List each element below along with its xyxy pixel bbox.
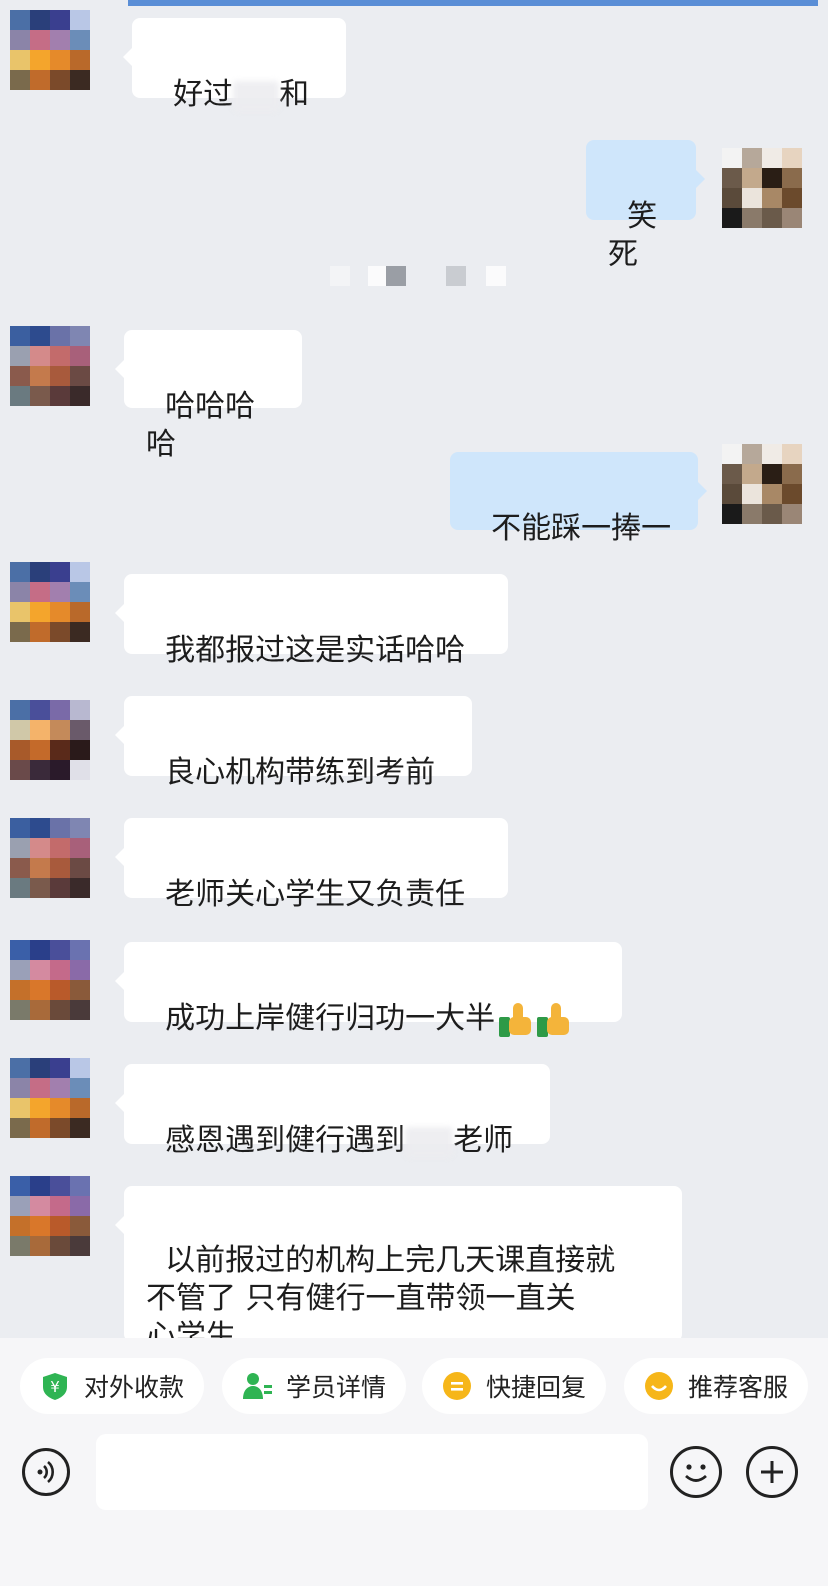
avatar[interactable] — [722, 148, 802, 228]
message-bubble[interactable]: 我都报过这是实话哈哈 — [115, 574, 508, 668]
voice-icon — [37, 1461, 54, 1483]
message-text: 不能踩一捧一 — [491, 511, 672, 546]
message-bubble[interactable]: 以前报过的机构上完几天课直接就 不管了 只有健行一直带领一直关 心学生 — [115, 1186, 682, 1354]
message-text: 良心机构带练到考前 — [165, 755, 436, 790]
avatar[interactable] — [10, 818, 90, 898]
message-text: 老师 — [453, 1123, 514, 1158]
thumbs-up-icon — [499, 1002, 533, 1037]
emoji-button[interactable] — [670, 1446, 722, 1498]
quick-action-label: 推荐客服 — [688, 1373, 789, 1402]
message-bubble[interactable]: 成功上岸健行归功一大半 — [115, 942, 622, 1037]
quick-action-label: 快捷回复 — [486, 1373, 587, 1402]
quick-action-label: 学员详情 — [286, 1373, 387, 1402]
redacted-text — [233, 80, 280, 111]
message-bubble[interactable]: 哈哈哈哈 — [115, 330, 302, 462]
quick-action-recommend-service[interactable]: 推荐客服 — [624, 1358, 808, 1414]
avatar[interactable] — [10, 1176, 90, 1256]
quick-action-student-details[interactable]: 学员详情 — [222, 1358, 406, 1414]
message-text: 感恩遇到健行遇到 — [165, 1123, 406, 1158]
avatar[interactable] — [10, 326, 90, 406]
emoji-icon — [685, 1464, 707, 1482]
message-bubble[interactable]: 笑死 — [586, 140, 705, 272]
message-bubble[interactable]: 老师关心学生又负责任 — [115, 818, 508, 912]
timestamp-redacted — [300, 264, 520, 292]
message-bubble[interactable]: 好过 和 — [123, 18, 346, 112]
voice-button[interactable] — [22, 1448, 70, 1496]
thumbs-up-icon — [537, 1002, 571, 1037]
add-button[interactable] — [746, 1446, 798, 1498]
top-divider — [0, 0, 828, 6]
quick-action-payment[interactable]: ¥ 对外收款 — [20, 1358, 204, 1414]
avatar[interactable] — [10, 1058, 90, 1138]
add-icon — [761, 1461, 783, 1483]
quick-reply-icon — [442, 1371, 472, 1401]
svg-text:¥: ¥ — [50, 1378, 60, 1396]
avatar[interactable] — [10, 562, 90, 642]
service-icon — [644, 1371, 674, 1401]
message-text: 笑死 — [608, 199, 658, 272]
redacted-text — [405, 1126, 454, 1157]
message-text: 好过 — [173, 77, 234, 112]
message-text: 成功上岸健行归功一大半 — [165, 1001, 496, 1036]
avatar[interactable] — [10, 940, 90, 1020]
quick-action-label: 对外收款 — [84, 1373, 185, 1402]
message-text: 我都报过这是实话哈哈 — [165, 633, 466, 668]
avatar[interactable] — [10, 700, 90, 780]
yuan-shield-icon: ¥ — [40, 1371, 70, 1401]
avatar[interactable] — [722, 444, 802, 524]
avatar[interactable] — [10, 10, 90, 90]
student-icon — [242, 1371, 272, 1401]
message-text: 和 — [279, 77, 310, 112]
message-text: 老师关心学生又负责任 — [165, 877, 466, 912]
quick-action-quick-reply[interactable]: 快捷回复 — [422, 1358, 606, 1414]
message-bubble[interactable]: 良心机构带练到考前 — [115, 696, 472, 790]
message-input[interactable] — [96, 1434, 648, 1510]
message-bubble[interactable]: 不能踩一捧一 — [450, 452, 707, 546]
message-bubble[interactable]: 感恩遇到健行遇到 老师 — [115, 1064, 550, 1158]
message-text: 哈哈哈哈 — [146, 389, 256, 462]
